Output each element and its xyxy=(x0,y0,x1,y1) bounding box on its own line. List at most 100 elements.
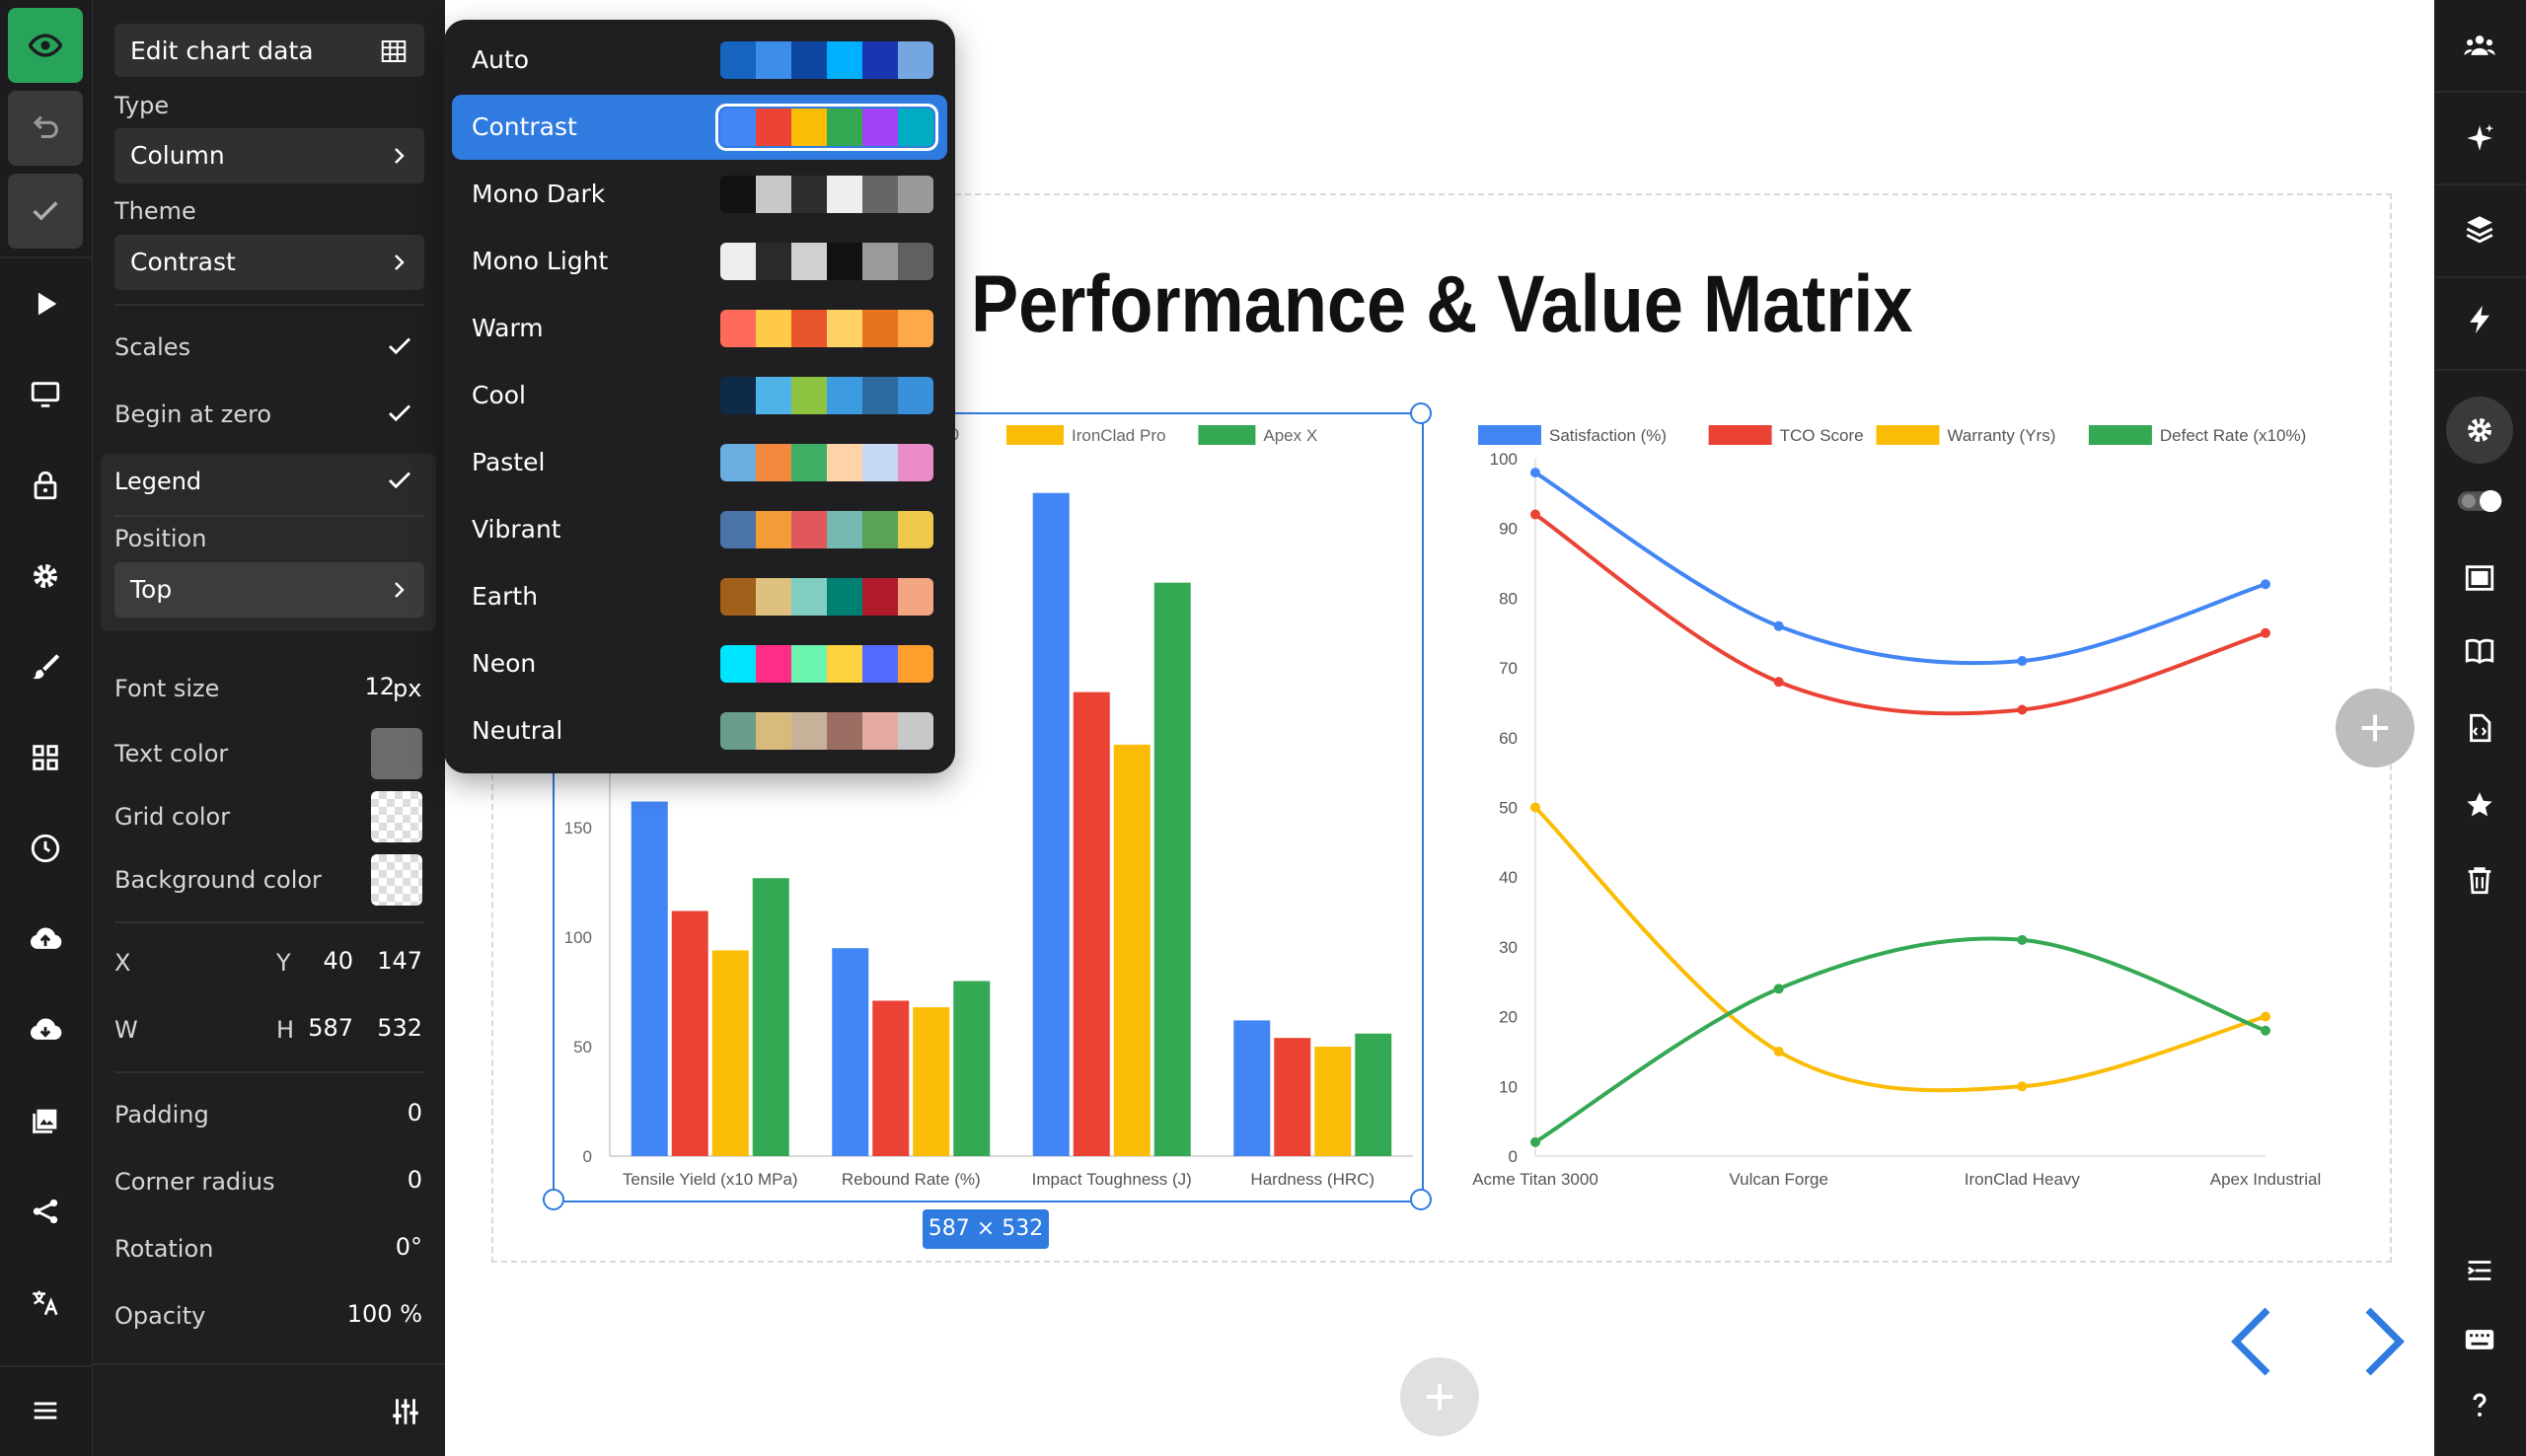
theme-option-neutral[interactable]: Neutral xyxy=(452,698,947,764)
brush-icon[interactable] xyxy=(8,629,83,704)
resize-handle-bottom-right[interactable] xyxy=(1410,1189,1432,1210)
corner-radius-value[interactable]: 0 xyxy=(310,1166,422,1194)
theme-option-label: Auto xyxy=(472,45,530,74)
padding-value[interactable]: 0 xyxy=(310,1099,422,1127)
theme-option-contrast[interactable]: Contrast xyxy=(452,95,947,160)
lightning-icon[interactable] xyxy=(2452,292,2507,347)
check-icon[interactable] xyxy=(8,174,83,249)
edit-chart-data-button[interactable]: Edit chart data xyxy=(114,24,424,77)
keyboard-icon[interactable] xyxy=(2452,1312,2507,1367)
palette-swatch xyxy=(720,109,756,146)
palette-swatch xyxy=(756,645,791,683)
font-size-value[interactable]: 12 xyxy=(359,673,395,700)
gear-settings-icon[interactable] xyxy=(2446,397,2513,464)
theme-select[interactable]: Contrast xyxy=(114,235,424,290)
toggle-icon[interactable] xyxy=(2452,473,2507,529)
legend-check-icon[interactable] xyxy=(385,466,414,495)
theme-option-mono-light[interactable]: Mono Light xyxy=(452,229,947,294)
settings-gear-icon[interactable] xyxy=(8,539,83,614)
preview-eye-icon[interactable] xyxy=(8,8,83,83)
theme-option-neon[interactable]: Neon xyxy=(452,631,947,696)
theme-dropdown: Auto Contrast Mono Dark Mono Light Warm Cool P… xyxy=(444,20,955,773)
palette-swatch xyxy=(827,712,862,750)
grid-color-swatch[interactable] xyxy=(371,791,422,842)
begin-at-zero-check-icon[interactable] xyxy=(385,399,414,428)
w-label: W xyxy=(114,1016,138,1044)
plus-icon xyxy=(2361,714,2389,742)
palette-swatch xyxy=(756,444,791,481)
scales-label: Scales xyxy=(114,333,191,361)
palette-swatch xyxy=(862,41,898,79)
palette-swatch xyxy=(791,511,827,548)
theme-palette-preview xyxy=(720,176,933,213)
book-icon[interactable] xyxy=(2452,623,2507,679)
data-point xyxy=(1773,983,1784,994)
star-icon[interactable] xyxy=(2452,777,2507,833)
y-value[interactable]: 147 xyxy=(310,947,422,975)
theme-option-auto[interactable]: Auto xyxy=(452,28,947,93)
opacity-value[interactable]: 100 % xyxy=(290,1300,422,1328)
trash-icon[interactable] xyxy=(2452,852,2507,908)
slide-title[interactable]: Performance & Value Matrix xyxy=(971,258,1913,351)
palette-swatch xyxy=(898,243,933,280)
text-color-swatch[interactable] xyxy=(371,728,422,779)
play-icon[interactable] xyxy=(8,266,83,341)
data-point xyxy=(2261,1011,2270,1022)
layers-icon[interactable] xyxy=(2452,201,2507,256)
share-icon[interactable] xyxy=(8,1174,83,1249)
outline-list-icon[interactable] xyxy=(2452,1243,2507,1298)
palette-swatch xyxy=(791,578,827,616)
translate-icon[interactable] xyxy=(8,1265,83,1340)
lock-icon[interactable] xyxy=(8,448,83,523)
code-file-icon[interactable] xyxy=(2452,700,2507,756)
theme-option-vibrant[interactable]: Vibrant xyxy=(452,497,947,562)
frame-icon[interactable] xyxy=(2452,550,2507,606)
palette-swatch xyxy=(827,310,862,347)
grid-color-label: Grid color xyxy=(114,803,231,831)
theme-option-warm[interactable]: Warm xyxy=(452,296,947,361)
theme-option-pastel[interactable]: Pastel xyxy=(452,430,947,495)
users-icon[interactable] xyxy=(2452,18,2507,73)
sliders-icon[interactable] xyxy=(389,1395,422,1428)
line-chart[interactable]: 0 10 20 30 40 50 60 70 80 90 100 Acme Titan 3000 Vul… xyxy=(1450,412,2339,1201)
palette-swatch xyxy=(791,645,827,683)
theme-option-cool[interactable]: Cool xyxy=(452,363,947,428)
type-label: Type xyxy=(114,92,170,119)
palette-swatch xyxy=(756,578,791,616)
background-color-swatch[interactable] xyxy=(371,854,422,906)
text-color-label: Text color xyxy=(114,740,229,767)
theme-option-earth[interactable]: Earth xyxy=(452,564,947,629)
theme-label: Theme xyxy=(114,197,196,225)
grid-icon[interactable] xyxy=(8,720,83,795)
theme-option-label: Vibrant xyxy=(472,515,561,544)
series-line xyxy=(1533,512,2266,716)
legend-swatch xyxy=(1708,425,1772,445)
data-point xyxy=(2261,1025,2270,1036)
previous-slide-icon[interactable] xyxy=(2224,1302,2283,1381)
add-slide-button[interactable] xyxy=(1400,1357,1479,1436)
resize-handle-bottom-left[interactable] xyxy=(543,1189,564,1210)
type-select[interactable]: Column xyxy=(114,128,424,183)
sparkles-icon[interactable] xyxy=(2452,110,2507,166)
menu-hamburger-icon[interactable] xyxy=(8,1373,83,1448)
resize-handle-top-right[interactable] xyxy=(1410,402,1432,424)
theme-option-mono-dark[interactable]: Mono Dark xyxy=(452,162,947,227)
position-select[interactable]: Top xyxy=(114,562,424,618)
cloud-upload-icon[interactable] xyxy=(8,902,83,977)
rotation-value[interactable]: 0° xyxy=(310,1233,422,1261)
add-element-button[interactable] xyxy=(2336,689,2415,767)
undo-icon[interactable] xyxy=(8,91,83,166)
clock-icon[interactable] xyxy=(8,811,83,886)
plus-icon xyxy=(1426,1383,1453,1411)
h-value[interactable]: 532 xyxy=(310,1014,422,1042)
theme-option-label: Earth xyxy=(472,582,539,611)
image-icon[interactable] xyxy=(8,1083,83,1158)
next-slide-icon[interactable] xyxy=(2352,1302,2412,1381)
palette-swatch xyxy=(720,578,756,616)
cloud-download-icon[interactable] xyxy=(8,992,83,1067)
help-icon[interactable] xyxy=(2452,1377,2507,1432)
monitor-icon[interactable] xyxy=(8,357,83,432)
palette-swatch xyxy=(862,109,898,146)
chevron-right-icon xyxy=(395,148,405,164)
scales-check-icon[interactable] xyxy=(385,331,414,361)
